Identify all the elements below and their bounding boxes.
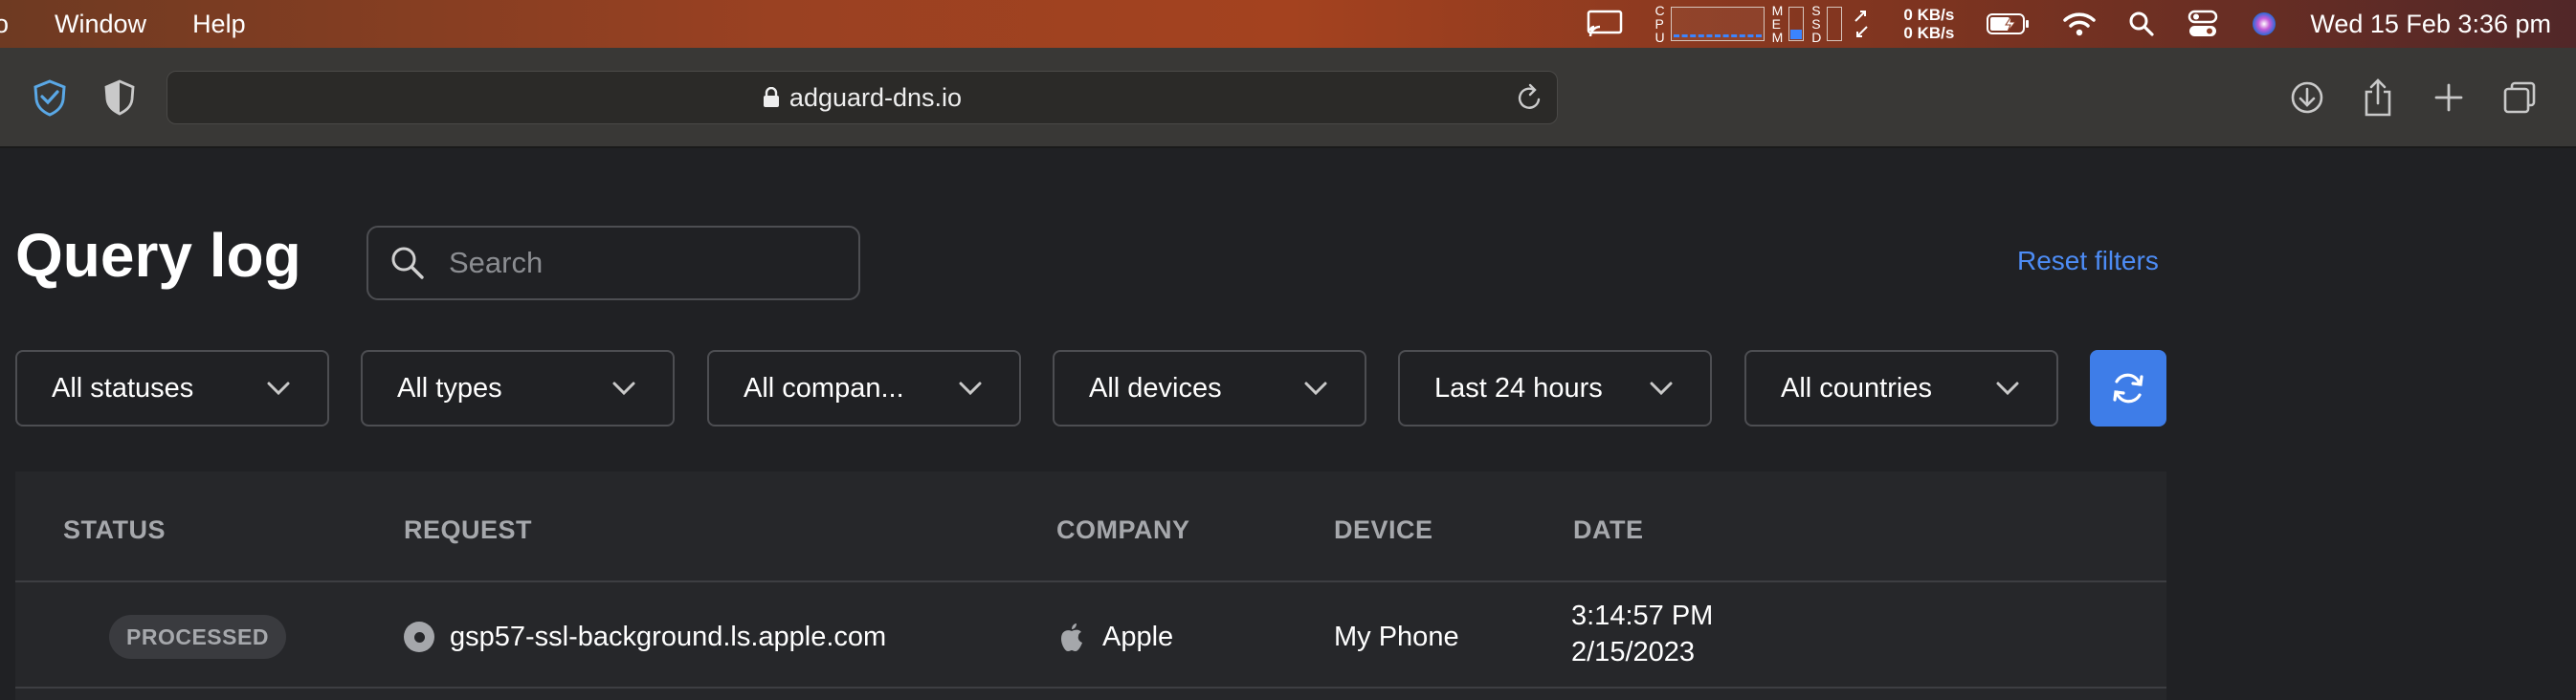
device-filter-dropdown[interactable]: All devices	[1053, 350, 1366, 427]
chevron-down-icon	[958, 381, 983, 396]
battery-icon[interactable]	[1987, 12, 2031, 35]
lock-icon	[763, 87, 780, 108]
status-filter-label: All statuses	[52, 372, 194, 404]
search-icon	[389, 245, 426, 281]
cpu-monitor[interactable]: CPU MEM SSD	[1655, 4, 1872, 44]
column-header-request[interactable]: REQUEST	[404, 515, 532, 545]
status-badge: PROCESSED	[109, 615, 286, 659]
reset-filters-link[interactable]: Reset filters	[2017, 246, 2159, 276]
menu-clock[interactable]: Wed 15 Feb 3:36 pm	[2310, 10, 2551, 39]
time-range-filter-label: Last 24 hours	[1434, 372, 1603, 404]
menu-bar: o Window Help CPU MEM SSD 0 KB/s 0 KB/s	[0, 0, 2576, 48]
column-header-status[interactable]: STATUS	[63, 515, 166, 545]
downloads-icon[interactable]	[2286, 77, 2328, 119]
screen-mirroring-icon[interactable]	[1587, 10, 1623, 38]
company-cell: Apple	[1058, 615, 1173, 659]
chevron-down-icon	[1303, 381, 1328, 396]
page-title: Query log	[15, 221, 301, 290]
column-header-date[interactable]: DATE	[1573, 515, 1644, 545]
request-cell: gsp57-ssl-background.ls.apple.com	[404, 615, 886, 659]
apple-logo-icon	[1058, 622, 1085, 652]
status-filter-dropdown[interactable]: All statuses	[15, 350, 329, 427]
country-filter-dropdown[interactable]: All countries	[1744, 350, 2058, 427]
siri-icon[interactable]	[2251, 11, 2277, 37]
menu-item-window[interactable]: Window	[55, 10, 146, 39]
new-tab-icon[interactable]	[2428, 77, 2470, 119]
request-date: 2/15/2023	[1571, 637, 1696, 667]
date-cell: 3:14:57 PM 2/15/2023	[1571, 598, 1713, 670]
reload-icon[interactable]	[1517, 83, 1543, 119]
cpu-label: CPU	[1654, 3, 1665, 45]
device-filter-label: All devices	[1089, 372, 1222, 404]
chevron-down-icon	[1995, 381, 2020, 396]
net-download: 0 KB/s	[1903, 24, 1955, 42]
network-stats[interactable]: 0 KB/s 0 KB/s	[1903, 6, 1954, 42]
address-bar[interactable]: adguard-dns.io	[167, 71, 1558, 124]
adguard-shield-icon[interactable]	[29, 77, 71, 119]
cpu-graph	[1670, 7, 1765, 41]
column-header-company[interactable]: COMPANY	[1056, 515, 1190, 545]
network-arrows-icon	[1852, 10, 1871, 38]
request-time: 3:14:57 PM	[1571, 601, 1714, 631]
row-divider	[15, 687, 2166, 689]
privacy-shield-icon[interactable]	[99, 77, 141, 119]
query-log-table: STATUS REQUEST COMPANY DEVICE DATE PROCE…	[15, 471, 2166, 700]
refresh-button[interactable]	[2090, 350, 2166, 427]
chevron-down-icon	[1649, 381, 1674, 396]
menu-item-app[interactable]: o	[0, 10, 9, 39]
time-range-filter-dropdown[interactable]: Last 24 hours	[1398, 350, 1712, 427]
status-area: CPU MEM SSD 0 KB/s 0 KB/s Wed 15 Feb 3:3…	[1554, 0, 2551, 48]
mem-label: MEM	[1771, 3, 1784, 45]
url-text: adguard-dns.io	[788, 82, 963, 112]
ssd-bar	[1827, 7, 1843, 41]
country-filter-label: All countries	[1781, 372, 1932, 404]
request-domain: gsp57-ssl-background.ls.apple.com	[450, 621, 887, 652]
control-center-icon[interactable]	[2187, 10, 2218, 38]
browser-toolbar: adguard-dns.io	[0, 48, 2576, 148]
company-name: Apple	[1102, 621, 1174, 652]
refresh-icon	[2108, 368, 2148, 408]
column-header-device[interactable]: DEVICE	[1334, 515, 1433, 545]
type-filter-label: All types	[397, 372, 502, 404]
menu-item-help[interactable]: Help	[192, 10, 246, 39]
wifi-icon[interactable]	[2063, 11, 2097, 36]
header-divider	[15, 580, 2166, 582]
share-icon[interactable]	[2357, 77, 2399, 119]
search-box[interactable]	[366, 226, 860, 300]
chevron-down-icon	[266, 381, 291, 396]
request-type-icon	[404, 622, 434, 652]
mem-bar	[1788, 7, 1805, 41]
search-input[interactable]	[447, 245, 833, 281]
company-filter-label: All compan...	[744, 372, 904, 404]
company-filter-dropdown[interactable]: All compan...	[707, 350, 1021, 427]
type-filter-dropdown[interactable]: All types	[361, 350, 675, 427]
device-name: My Phone	[1334, 621, 1459, 652]
net-upload: 0 KB/s	[1903, 6, 1955, 24]
tab-overview-icon[interactable]	[2498, 77, 2541, 119]
chevron-down-icon	[611, 381, 636, 396]
spotlight-search-icon[interactable]	[2128, 11, 2155, 37]
ssd-label: SSD	[1811, 3, 1822, 45]
